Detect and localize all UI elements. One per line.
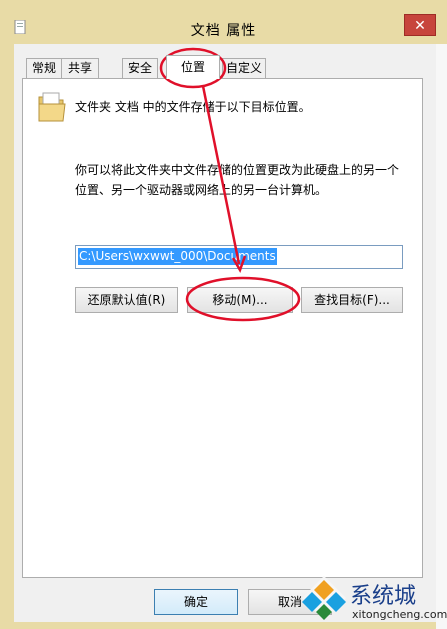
window-title: 文档 属性 (190, 23, 257, 39)
watermark-url: xitongcheng.com (352, 608, 447, 621)
background-window-strip (436, 44, 447, 629)
tab-location[interactable]: 位置 (166, 55, 220, 79)
tab-security[interactable]: 安全 (122, 58, 158, 78)
move-button[interactable]: 移动(M)... (187, 287, 293, 313)
watermark: 系统城 xitongcheng.com (300, 570, 447, 629)
title-bar[interactable]: 文档 属性 ✕ (0, 0, 447, 44)
location-panel: 文件夹 文档 中的文件存储于以下目标位置。 你可以将此文件夹中文件存储的位置更改… (22, 78, 423, 578)
dialog-client: 常规 共享 安全 位置 自定义 文件夹 文档 中的文件存储于以下目标位置。 你可… (14, 44, 436, 622)
target-path-input[interactable]: C:\Users\wxwwt_000\Documents (75, 245, 403, 269)
watermark-brand: 系统城 (350, 584, 417, 609)
ok-button[interactable]: 确定 (154, 589, 238, 615)
tab-sharing[interactable]: 共享 (61, 58, 99, 78)
close-button[interactable]: ✕ (404, 14, 436, 36)
properties-window: 文档 属性 ✕ 常规 共享 安全 位置 自定义 文件夹 文档 中的文件存储于以下… (0, 0, 447, 629)
description-line-1: 你可以将此文件夹中文件存储的位置更改为此硬盘上的另一个 (75, 163, 400, 177)
target-path-value: C:\Users\wxwwt_000\Documents (78, 248, 277, 265)
tab-strip: 常规 共享 安全 位置 自定义 (26, 55, 426, 79)
tab-general[interactable]: 常规 (26, 58, 62, 78)
tab-customize[interactable]: 自定义 (222, 58, 266, 78)
description-line-2: 位置、另一个驱动器或网络上的另一台计算机。 (75, 183, 328, 197)
find-target-button[interactable]: 查找目标(F)... (301, 287, 403, 313)
location-header-text: 文件夹 文档 中的文件存储于以下目标位置。 (75, 100, 311, 114)
restore-default-button[interactable]: 还原默认值(R) (75, 287, 178, 313)
watermark-logo-icon (302, 576, 346, 620)
folder-icon (38, 92, 66, 122)
